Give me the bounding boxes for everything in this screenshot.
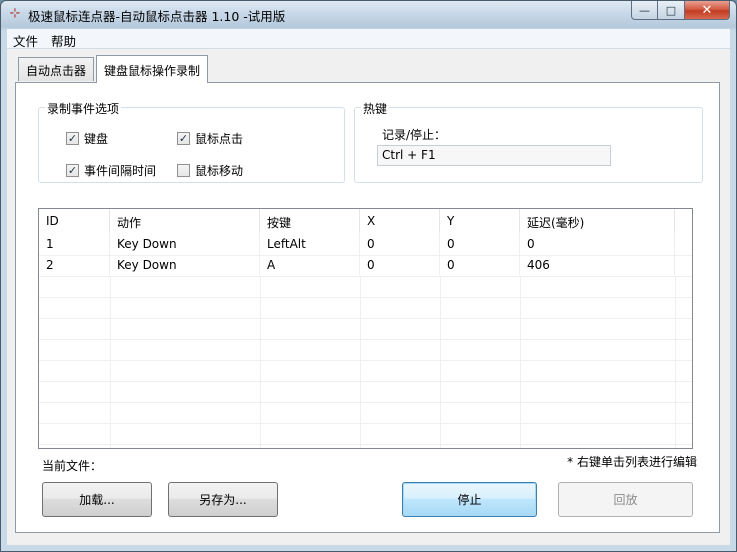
cell-delay: 0 <box>520 233 675 254</box>
column-header-filler <box>675 209 692 233</box>
keyboard-check-icon: ✓ <box>66 132 79 145</box>
menu-file[interactable]: 文件 <box>13 31 38 50</box>
column-header-x[interactable]: X <box>360 209 440 233</box>
tab-auto-clicker[interactable]: 自动点击器 <box>18 57 95 81</box>
column-header-id[interactable]: ID <box>39 209 110 233</box>
save-as-button[interactable]: 另存为... <box>168 482 278 517</box>
menu-bar: 文件 帮助 <box>7 29 730 49</box>
event-interval-check-icon: ✓ <box>66 164 79 177</box>
cell-action: Key Down <box>110 233 260 254</box>
mouse-click-check-icon: ✓ <box>177 132 190 145</box>
current-file-label: 当前文件： <box>42 459 103 473</box>
cell-delay: 406 <box>520 254 675 275</box>
menu-help[interactable]: 帮助 <box>51 31 76 50</box>
edit-hint: * 右键单击列表进行编辑 <box>567 455 697 469</box>
mouse-click-checkbox-label: 鼠标点击 <box>195 132 244 146</box>
mouse-click-checkbox[interactable]: ✓ 鼠标点击 <box>177 130 243 147</box>
maximize-button[interactable]: □ <box>658 1 685 20</box>
tab-keyboard-mouse-record[interactable]: 键盘鼠标操作录制 <box>96 55 209 83</box>
cell-x: 0 <box>360 254 440 275</box>
hotkey-input[interactable]: Ctrl + F1 <box>377 145 611 166</box>
app-icon: ⊹ <box>9 6 21 21</box>
table-row[interactable]: 2 Key Down A 0 0 406 <box>39 254 692 275</box>
app-window: ⊹ 极速鼠标连点器-自动鼠标点击器 1.10 -试用版 — □ ✕ 文件 帮助 … <box>0 0 737 552</box>
close-button[interactable]: ✕ <box>685 1 730 20</box>
replay-button[interactable]: 回放 <box>558 482 693 517</box>
minimize-button[interactable]: — <box>631 1 658 20</box>
cell-y: 0 <box>440 254 520 275</box>
cell-action: Key Down <box>110 254 260 275</box>
mouse-move-check-icon <box>177 164 190 177</box>
event-interval-checkbox-label: 事件间隔时间 <box>84 164 157 178</box>
hotkey-title: 热键 <box>361 100 390 117</box>
record-options-title: 录制事件选项 <box>45 100 122 117</box>
column-header-key[interactable]: 按键 <box>260 209 360 233</box>
hotkey-group: 热键 记录/停止： Ctrl + F1 <box>354 100 703 183</box>
table-row[interactable]: 1 Key Down LeftAlt 0 0 0 <box>39 233 692 254</box>
window-controls: — □ ✕ <box>631 1 730 20</box>
mouse-move-checkbox-label: 鼠标移动 <box>195 164 244 178</box>
client-area: 自动点击器 键盘鼠标操作录制 录制事件选项 ✓ 键盘 ✓ 鼠标点击 ✓ 事件间隔… <box>7 49 730 545</box>
cell-x: 0 <box>360 233 440 254</box>
event-interval-checkbox[interactable]: ✓ 事件间隔时间 <box>66 162 156 179</box>
cell-y: 0 <box>440 233 520 254</box>
record-options-group: 录制事件选项 ✓ 键盘 ✓ 鼠标点击 ✓ 事件间隔时间 鼠标移动 <box>38 100 345 183</box>
keyboard-checkbox[interactable]: ✓ 键盘 <box>66 130 108 147</box>
column-header-delay[interactable]: 延迟(毫秒) <box>520 209 675 233</box>
cell-id: 2 <box>39 254 110 275</box>
hotkey-record-stop-label: 记录/停止： <box>382 128 447 142</box>
cell-key: A <box>260 254 360 275</box>
load-button[interactable]: 加载... <box>42 482 152 517</box>
mouse-move-checkbox[interactable]: 鼠标移动 <box>177 162 243 179</box>
column-header-action[interactable]: 动作 <box>110 209 260 233</box>
list-header: ID 动作 按键 X Y 延迟(毫秒) <box>39 209 692 233</box>
keyboard-checkbox-label: 键盘 <box>84 132 109 146</box>
title-bar[interactable]: ⊹ 极速鼠标连点器-自动鼠标点击器 1.10 -试用版 — □ ✕ <box>1 1 736 27</box>
events-list[interactable]: ID 动作 按键 X Y 延迟(毫秒) 1 Key Down LeftAlt 0… <box>38 208 693 449</box>
stop-button[interactable]: 停止 <box>402 482 537 517</box>
cell-id: 1 <box>39 233 110 254</box>
record-tab-panel: 录制事件选项 ✓ 键盘 ✓ 鼠标点击 ✓ 事件间隔时间 鼠标移动 热键 记录/停… <box>15 82 720 533</box>
column-header-y[interactable]: Y <box>440 209 520 233</box>
window-title: 极速鼠标连点器-自动鼠标点击器 1.10 -试用版 <box>28 9 286 24</box>
cell-key: LeftAlt <box>260 233 360 254</box>
